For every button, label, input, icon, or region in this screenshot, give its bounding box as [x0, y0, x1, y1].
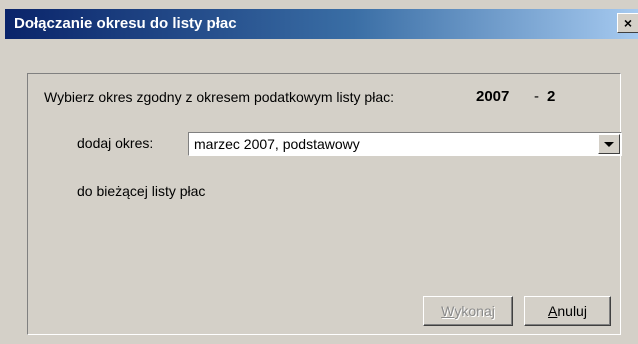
tax-year: 2007 [476, 88, 510, 105]
cancel-label: nuluj [557, 303, 587, 319]
tax-month: 2 [547, 88, 556, 105]
execute-button[interactable]: Wykonaj [423, 296, 513, 326]
dialog-window: Dołączanie okresu do listy płac × Wybier… [0, 0, 638, 344]
cancel-button[interactable]: Anuluj [524, 296, 611, 326]
add-period-label: dodaj okres: [77, 135, 154, 151]
period-separator: - [534, 88, 539, 105]
close-button[interactable]: × [617, 13, 638, 33]
target-list-text: do bieżącej listy płac [77, 183, 206, 199]
chevron-down-icon [604, 141, 614, 147]
prompt-text: Wybierz okres zgodny z okresem podatkowy… [44, 89, 394, 105]
window-title: Dołączanie okresu do listy płac [14, 15, 237, 32]
execute-label: ykonaj [454, 303, 495, 319]
period-dropdown-button[interactable] [598, 134, 620, 154]
close-icon: × [623, 15, 633, 31]
execute-mnemonic: W [441, 303, 455, 319]
title-bar[interactable]: Dołączanie okresu do listy płac × [5, 9, 638, 39]
cancel-mnemonic: A [548, 303, 558, 319]
period-select[interactable]: marzec 2007, podstawowy [188, 132, 622, 156]
period-select-value: marzec 2007, podstawowy [194, 136, 360, 152]
